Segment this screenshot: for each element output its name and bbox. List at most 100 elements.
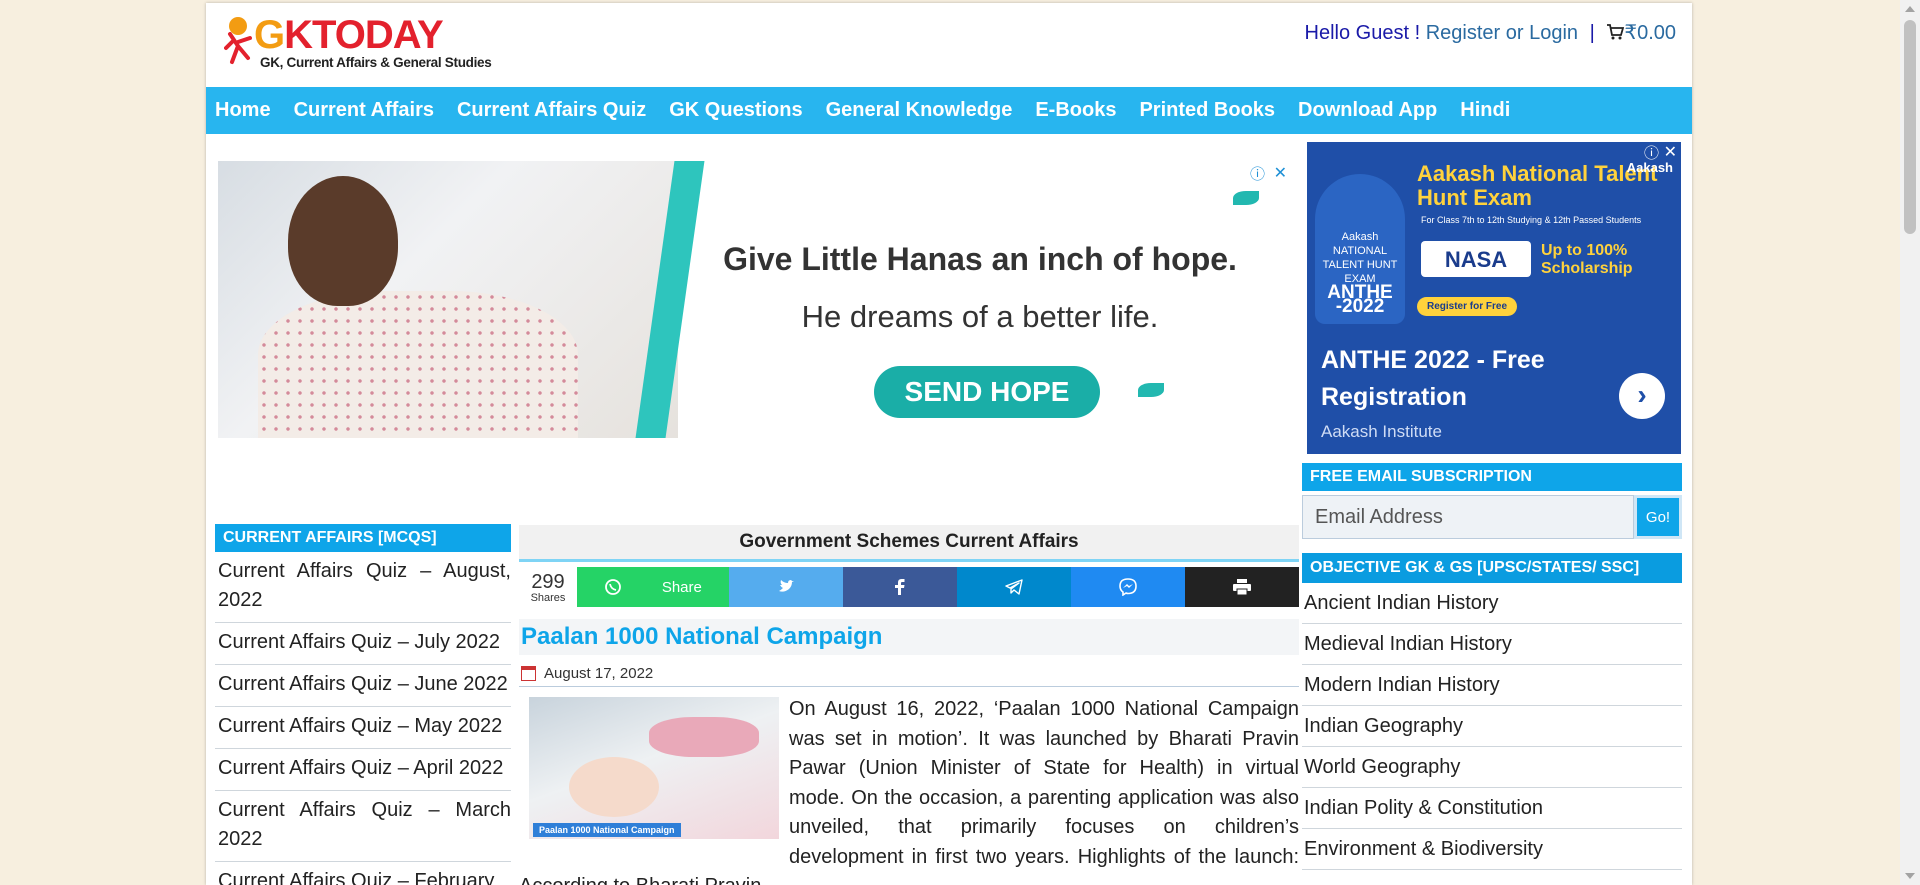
telegram-icon xyxy=(1005,579,1023,595)
messenger-icon xyxy=(1119,578,1137,596)
logo-runner-icon xyxy=(224,17,252,64)
share-bar: 299 Shares Share xyxy=(519,567,1300,607)
category-heading[interactable]: Government Schemes Current Affairs xyxy=(519,525,1299,562)
logo-tagline: GK, Current Affairs & General Studies xyxy=(260,55,492,70)
twitter-icon xyxy=(778,580,794,592)
post-thumbnail[interactable]: Paalan 1000 National Campaign xyxy=(529,697,779,839)
go-button[interactable]: Go! xyxy=(1634,495,1682,539)
cart-total: ₹0.00 xyxy=(1624,22,1676,44)
email-subscription-heading: FREE EMAIL SUBSCRIPTION xyxy=(1302,463,1682,491)
gk-link-medieval-history[interactable]: Medieval Indian History xyxy=(1302,624,1682,665)
quiz-link-june-2022[interactable]: Current Affairs Quiz – June 2022 xyxy=(215,665,511,707)
nav-printed-books[interactable]: Printed Books xyxy=(1139,99,1275,122)
send-hope-button[interactable]: SEND HOPE xyxy=(874,366,1100,418)
print-button[interactable] xyxy=(1184,567,1300,607)
quiz-link-july-2022[interactable]: Current Affairs Quiz – July 2022 xyxy=(215,623,511,665)
nav-gk-questions[interactable]: GK Questions xyxy=(669,99,802,122)
register-login-link[interactable]: Register or Login xyxy=(1426,22,1578,44)
banner-ad[interactable]: Give Little Hanas an inch of hope. He dr… xyxy=(218,161,1293,438)
main-content: Government Schemes Current Affairs 299 S… xyxy=(519,525,1300,885)
account-area: Hello Guest ! Register or Login | ₹0.00 xyxy=(1305,20,1676,45)
gk-link-environment[interactable]: Environment & Biodiversity xyxy=(1302,829,1682,870)
badge-top-text: Aakash NATIONAL TALENT HUNT EXAM xyxy=(1322,231,1398,285)
right-sidebar: FREE EMAIL SUBSCRIPTION Email Address Go… xyxy=(1302,463,1682,870)
scroll-up-arrow-icon[interactable] xyxy=(1905,6,1915,12)
quiz-link-may-2022[interactable]: Current Affairs Quiz – May 2022 xyxy=(215,707,511,749)
gk-link-world-geography[interactable]: World Geography xyxy=(1302,747,1682,788)
share-count-label: Shares xyxy=(530,592,566,604)
ad-close-icon[interactable]: ✕ xyxy=(1274,163,1287,183)
badge-year-text: ANTHE -2022 xyxy=(1327,282,1393,317)
scroll-down-arrow-icon[interactable] xyxy=(1905,873,1915,879)
nav-e-books[interactable]: E-Books xyxy=(1035,99,1116,122)
ad-subline: He dreams of a better life. xyxy=(801,299,1159,334)
thumbnail-caption: Paalan 1000 National Campaign xyxy=(533,823,681,837)
gk-link-polity[interactable]: Indian Polity & Constitution xyxy=(1302,788,1682,829)
whatsapp-share-button[interactable]: Share xyxy=(577,567,729,607)
gk-link-ancient-history[interactable]: Ancient Indian History xyxy=(1302,583,1682,624)
post-excerpt-block: Paalan 1000 National Campaign On August … xyxy=(519,695,1299,885)
bird-icon xyxy=(1138,383,1164,397)
ad-photo-head xyxy=(288,176,398,306)
bird-icon xyxy=(1233,191,1259,205)
nav-current-affairs-quiz[interactable]: Current Affairs Quiz xyxy=(457,99,646,122)
cart-link[interactable]: ₹0.00 xyxy=(1606,22,1676,44)
quiz-link-april-2022[interactable]: Current Affairs Quiz – April 2022 xyxy=(215,749,511,791)
side-ad-title: ANTHE 2022 - Free Registration xyxy=(1321,346,1545,411)
register-free-button[interactable]: Register for Free xyxy=(1417,297,1518,316)
quiz-list: Current Affairs Quiz – August, 2022 Curr… xyxy=(215,552,511,885)
objective-gk-heading: OBJECTIVE GK & GS [UPSC/STATES/ SSC] xyxy=(1302,553,1682,583)
post-date: August 17, 2022 xyxy=(519,661,1299,687)
calendar-icon xyxy=(521,666,536,681)
scholarship-text: Up to 100% Scholarship xyxy=(1541,242,1633,277)
logo-wordmark: GKTODAY xyxy=(254,13,444,57)
post-date-text: August 17, 2022 xyxy=(544,665,654,682)
main-nav: Home Current Affairs Current Affairs Qui… xyxy=(206,87,1692,134)
nav-download-app[interactable]: Download App xyxy=(1298,99,1437,122)
cart-icon xyxy=(1607,24,1625,40)
site-logo[interactable]: GKTODAY GK, Current Affairs & General St… xyxy=(224,13,492,71)
nav-general-knowledge[interactable]: General Knowledge xyxy=(826,99,1013,122)
header-separator: | xyxy=(1589,22,1595,44)
nav-current-affairs[interactable]: Current Affairs xyxy=(294,99,434,122)
scrollbar-thumb[interactable] xyxy=(1904,20,1916,234)
anthe-badge: Aakash NATIONAL TALENT HUNT EXAM ANTHE -2… xyxy=(1315,174,1405,324)
ad-close-icon[interactable]: ✕ xyxy=(1664,142,1677,162)
quiz-link-february-2022[interactable]: Current Affairs Quiz – February xyxy=(215,862,511,885)
ad-photo-child xyxy=(218,161,678,438)
post-title-link[interactable]: Paalan 1000 National Campaign xyxy=(519,619,1299,655)
share-count: 299 Shares xyxy=(519,567,577,607)
page-scrollbar[interactable] xyxy=(1900,0,1920,885)
side-ad-subtext: For Class 7th to 12th Studying & 12th Pa… xyxy=(1421,215,1642,225)
whatsapp-share-label: Share xyxy=(661,578,702,596)
ad-headline: Give Little Hanas an inch of hope. xyxy=(723,241,1237,277)
facebook-icon xyxy=(894,579,905,595)
telegram-share-button[interactable] xyxy=(956,567,1071,607)
quiz-link-march-2022[interactable]: Current Affairs Quiz – March 2022 xyxy=(215,791,511,862)
objective-gk-list: Ancient Indian History Medieval Indian H… xyxy=(1302,583,1682,870)
nav-hindi[interactable]: Hindi xyxy=(1460,99,1510,122)
nasa-logo: NASA xyxy=(1421,241,1531,277)
facebook-share-button[interactable] xyxy=(842,567,957,607)
thumb-baby-shape xyxy=(569,757,659,817)
left-sidebar: CURRENT AFFAIRS [MCQS] Current Affairs Q… xyxy=(215,524,511,885)
greeting-text: Hello Guest ! xyxy=(1304,22,1421,44)
messenger-share-button[interactable] xyxy=(1070,567,1185,607)
side-ad[interactable]: Aakash NATIONAL TALENT HUNT EXAM ANTHE -2… xyxy=(1307,142,1681,454)
thumb-hand-shape xyxy=(649,717,759,757)
side-ad-advertiser: Aakash Institute xyxy=(1321,422,1442,441)
whatsapp-icon xyxy=(604,579,621,595)
share-count-number: 299 xyxy=(531,571,565,593)
ad-info-icon[interactable]: ⓘ xyxy=(1250,163,1265,184)
email-subscribe-form: Email Address Go! xyxy=(1302,495,1682,539)
page-container: GKTODAY GK, Current Affairs & General St… xyxy=(206,3,1692,885)
nav-home[interactable]: Home xyxy=(215,99,271,122)
current-affairs-mcqs-heading: CURRENT AFFAIRS [MCQS] xyxy=(215,524,511,552)
chevron-right-icon[interactable]: › xyxy=(1619,373,1665,419)
twitter-share-button[interactable] xyxy=(728,567,843,607)
ad-info-icon[interactable]: ⓘ xyxy=(1644,142,1659,163)
gk-link-modern-history[interactable]: Modern Indian History xyxy=(1302,665,1682,706)
quiz-link-august-2022[interactable]: Current Affairs Quiz – August, 2022 xyxy=(215,552,511,623)
email-field[interactable]: Email Address xyxy=(1302,495,1634,539)
gk-link-indian-geography[interactable]: Indian Geography xyxy=(1302,706,1682,747)
